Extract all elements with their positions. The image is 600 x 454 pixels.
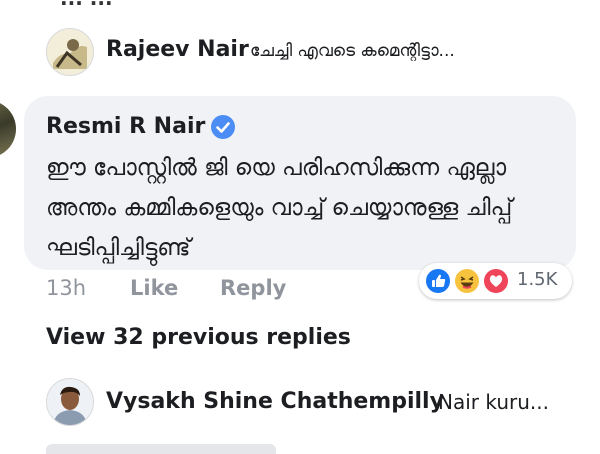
reply-row-rajeev[interactable]: Rajeev Nair ചേച്ചി എവടെ കമെന്റിട്ടാ...: [0, 22, 600, 80]
timestamp[interactable]: 13h: [46, 276, 86, 300]
like-reaction-icon: [424, 267, 452, 295]
haha-reaction-icon: [453, 267, 481, 295]
cut-off-previous-text: ... ...: [60, 0, 220, 10]
like-button[interactable]: Like: [130, 276, 178, 300]
avatar-partial: [0, 100, 16, 158]
reply-snippet[interactable]: Nair kuru...: [438, 390, 549, 414]
reply-button[interactable]: Reply: [220, 276, 286, 300]
author-name[interactable]: Rajeev Nair: [106, 37, 249, 62]
view-previous-replies-link[interactable]: View 32 previous replies: [46, 325, 351, 350]
comment-bubble: Resmi R Nair ഈ പോസ്റ്റിൽ ജി യെ പരിഹസിക്ക…: [24, 96, 576, 270]
reply-snippet[interactable]: ചേച്ചി എവടെ കമെന്റിട്ടാ...: [250, 41, 455, 61]
reaction-count: 1.5K: [517, 269, 558, 290]
reply-row-vysakh[interactable]: Vysakh Shine Chathempilly Nair kuru...: [0, 372, 600, 432]
comment-thread: ... ... Rajeev Nair ചേച്ചി എവടെ കമെന്റിട…: [0, 0, 600, 454]
verified-badge-icon: [211, 115, 235, 139]
cut-off-next-item: [46, 444, 276, 454]
author-name[interactable]: Resmi R Nair: [46, 114, 205, 139]
comment-text: ഈ പോസ്റ്റിൽ ജി യെ പരിഹസിക്കുന്ന ഏല്ലാ അന…: [46, 155, 513, 261]
avatar-rajeev[interactable]: [46, 28, 94, 76]
avatar-vysakh[interactable]: [46, 378, 94, 426]
author-name[interactable]: Vysakh Shine Chathempilly: [106, 389, 444, 414]
reactions-summary[interactable]: 1.5K: [419, 263, 572, 299]
love-reaction-icon: [482, 267, 510, 295]
